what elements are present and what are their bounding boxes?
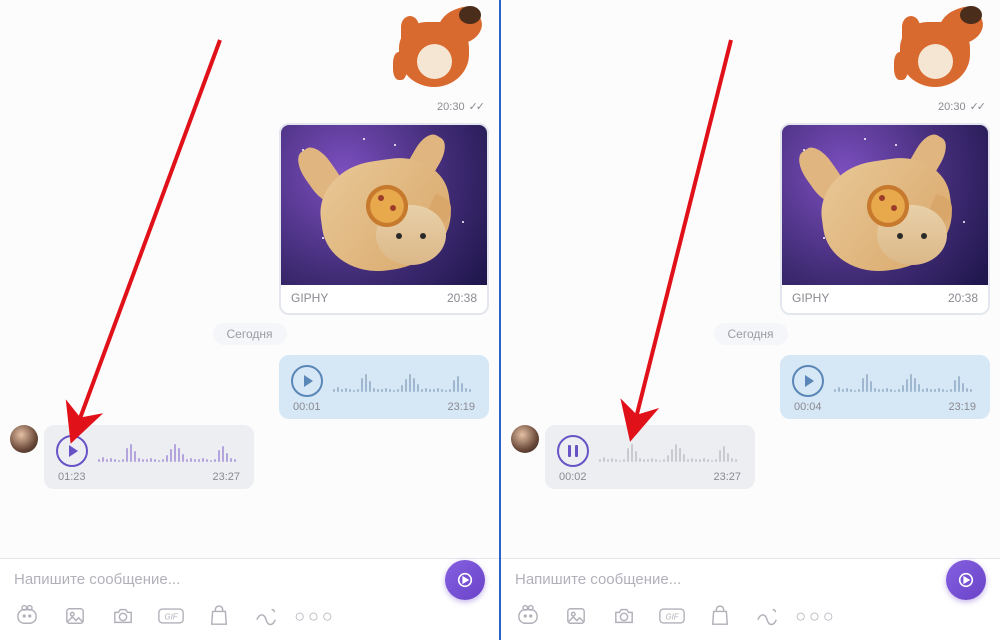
send-voice-button[interactable] [445, 560, 485, 600]
day-separator: Сегодня [714, 323, 788, 345]
voice-time: 23:27 [713, 471, 741, 483]
message-voice-in: 00:02 23:27 [511, 425, 990, 489]
camera-icon[interactable] [611, 604, 637, 628]
gif-source-label: GIPHY [291, 291, 328, 305]
gif-icon[interactable]: GIF [158, 604, 184, 628]
gif-card[interactable]: GIPHY 20:38 [279, 123, 489, 315]
waveform[interactable] [98, 440, 242, 462]
message-voice-in: 01:23 23:27 [10, 425, 489, 489]
more-icon[interactable]: ○○○ [803, 604, 829, 628]
shop-icon[interactable] [707, 604, 733, 628]
gif-time: 20:38 [447, 291, 477, 305]
chat-pane-left: 20:30✓✓ [0, 0, 499, 640]
pause-icon [568, 445, 578, 457]
play-icon [69, 445, 78, 457]
play-button[interactable] [792, 365, 824, 397]
voice-time: 23:27 [212, 471, 240, 483]
message-input[interactable]: Напишите сообщение... [501, 559, 1000, 600]
gif-image [281, 125, 487, 285]
voice-duration: 00:01 [293, 401, 321, 413]
gif-source-label: GIPHY [792, 291, 829, 305]
message-voice-out: 00:04 23:19 [511, 355, 990, 419]
gif-time: 20:38 [948, 291, 978, 305]
play-button[interactable] [291, 365, 323, 397]
waveform[interactable] [333, 370, 477, 392]
voice-bubble-in[interactable]: 01:23 23:27 [44, 425, 254, 489]
read-checks-icon: ✓✓ [970, 100, 984, 113]
sticker-icon[interactable] [515, 604, 541, 628]
gif-icon[interactable]: GIF [659, 604, 685, 628]
composer: Напишите сообщение... GIF ○○○ [501, 558, 1000, 640]
voice-bubble-in[interactable]: 00:02 23:27 [545, 425, 755, 489]
voice-duration: 00:02 [559, 471, 587, 483]
svg-text:GIF: GIF [666, 612, 680, 621]
camera-icon[interactable] [110, 604, 136, 628]
pause-button[interactable] [557, 435, 589, 467]
voice-bubble-out[interactable]: 00:04 23:19 [780, 355, 990, 419]
chat-pane-right: 20:30✓✓ [501, 0, 1000, 640]
play-icon [304, 375, 313, 387]
waveform[interactable] [599, 440, 743, 462]
play-icon [805, 375, 814, 387]
message-gif: GIPHY 20:38 [10, 123, 489, 315]
message-time: 20:30✓✓ [511, 100, 984, 113]
sticker-icon[interactable] [14, 604, 40, 628]
doodle-icon[interactable] [755, 604, 781, 628]
message-sticker [10, 14, 489, 94]
sticker-fox[interactable] [379, 14, 489, 94]
day-separator: Сегодня [213, 323, 287, 345]
voice-duration: 01:23 [58, 471, 86, 483]
voice-time: 23:19 [948, 401, 976, 413]
message-voice-out: 00:01 23:19 [10, 355, 489, 419]
gif-image [782, 125, 988, 285]
svg-text:GIF: GIF [165, 612, 179, 621]
message-time: 20:30✓✓ [10, 100, 483, 113]
message-sticker [511, 14, 990, 94]
play-button[interactable] [56, 435, 88, 467]
send-voice-button[interactable] [946, 560, 986, 600]
composer: Напишите сообщение... GIF ○○○ [0, 558, 499, 640]
more-icon[interactable]: ○○○ [302, 604, 328, 628]
shop-icon[interactable] [206, 604, 232, 628]
voice-time: 23:19 [447, 401, 475, 413]
gif-card[interactable]: GIPHY 20:38 [780, 123, 990, 315]
read-checks-icon: ✓✓ [469, 100, 483, 113]
sticker-fox[interactable] [880, 14, 990, 94]
avatar[interactable] [511, 425, 539, 453]
gallery-icon[interactable] [563, 604, 589, 628]
chat-scroll[interactable]: 20:30✓✓ [0, 0, 499, 545]
waveform[interactable] [834, 370, 978, 392]
gallery-icon[interactable] [62, 604, 88, 628]
doodle-icon[interactable] [254, 604, 280, 628]
message-gif: GIPHY 20:38 [511, 123, 990, 315]
message-input[interactable]: Напишите сообщение... [0, 559, 499, 600]
chat-scroll[interactable]: 20:30✓✓ [501, 0, 1000, 545]
avatar[interactable] [10, 425, 38, 453]
voice-duration: 00:04 [794, 401, 822, 413]
voice-bubble-out[interactable]: 00:01 23:19 [279, 355, 489, 419]
